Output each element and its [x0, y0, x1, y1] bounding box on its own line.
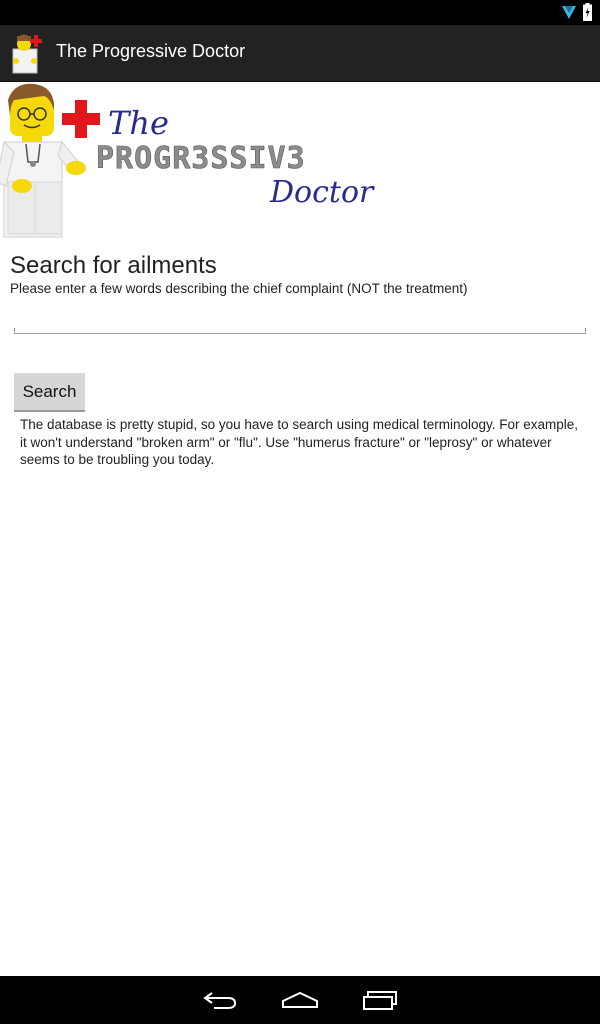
battery-charging-icon — [583, 3, 592, 25]
wifi-icon — [561, 4, 577, 24]
app-title: The Progressive Doctor — [56, 41, 246, 61]
page-title: Search for ailments — [10, 252, 217, 279]
search-input-underline — [14, 328, 586, 334]
home-icon[interactable] — [270, 984, 330, 1016]
logo-line-2: PROGR3SSIV3 — [96, 141, 306, 176]
logo-line-1: The — [108, 104, 169, 142]
search-button[interactable]: Search — [14, 373, 85, 412]
app-logo: The PROGR3SSIV3 Doctor — [0, 82, 390, 242]
recent-apps-icon[interactable] — [350, 984, 410, 1016]
logo-line-3: Doctor — [269, 175, 375, 210]
red-cross-icon — [62, 100, 100, 138]
lego-doctor-figure — [0, 83, 86, 238]
action-bar: The Progressive Doctor — [0, 25, 600, 82]
back-icon[interactable] — [190, 984, 250, 1016]
page-subtitle: Please enter a few words describing the … — [10, 281, 468, 296]
status-bar — [0, 0, 600, 25]
lego-doctor-icon[interactable] — [10, 31, 46, 75]
search-help-text: The database is pretty stupid, so you ha… — [20, 417, 579, 467]
navigation-bar — [0, 976, 600, 1024]
